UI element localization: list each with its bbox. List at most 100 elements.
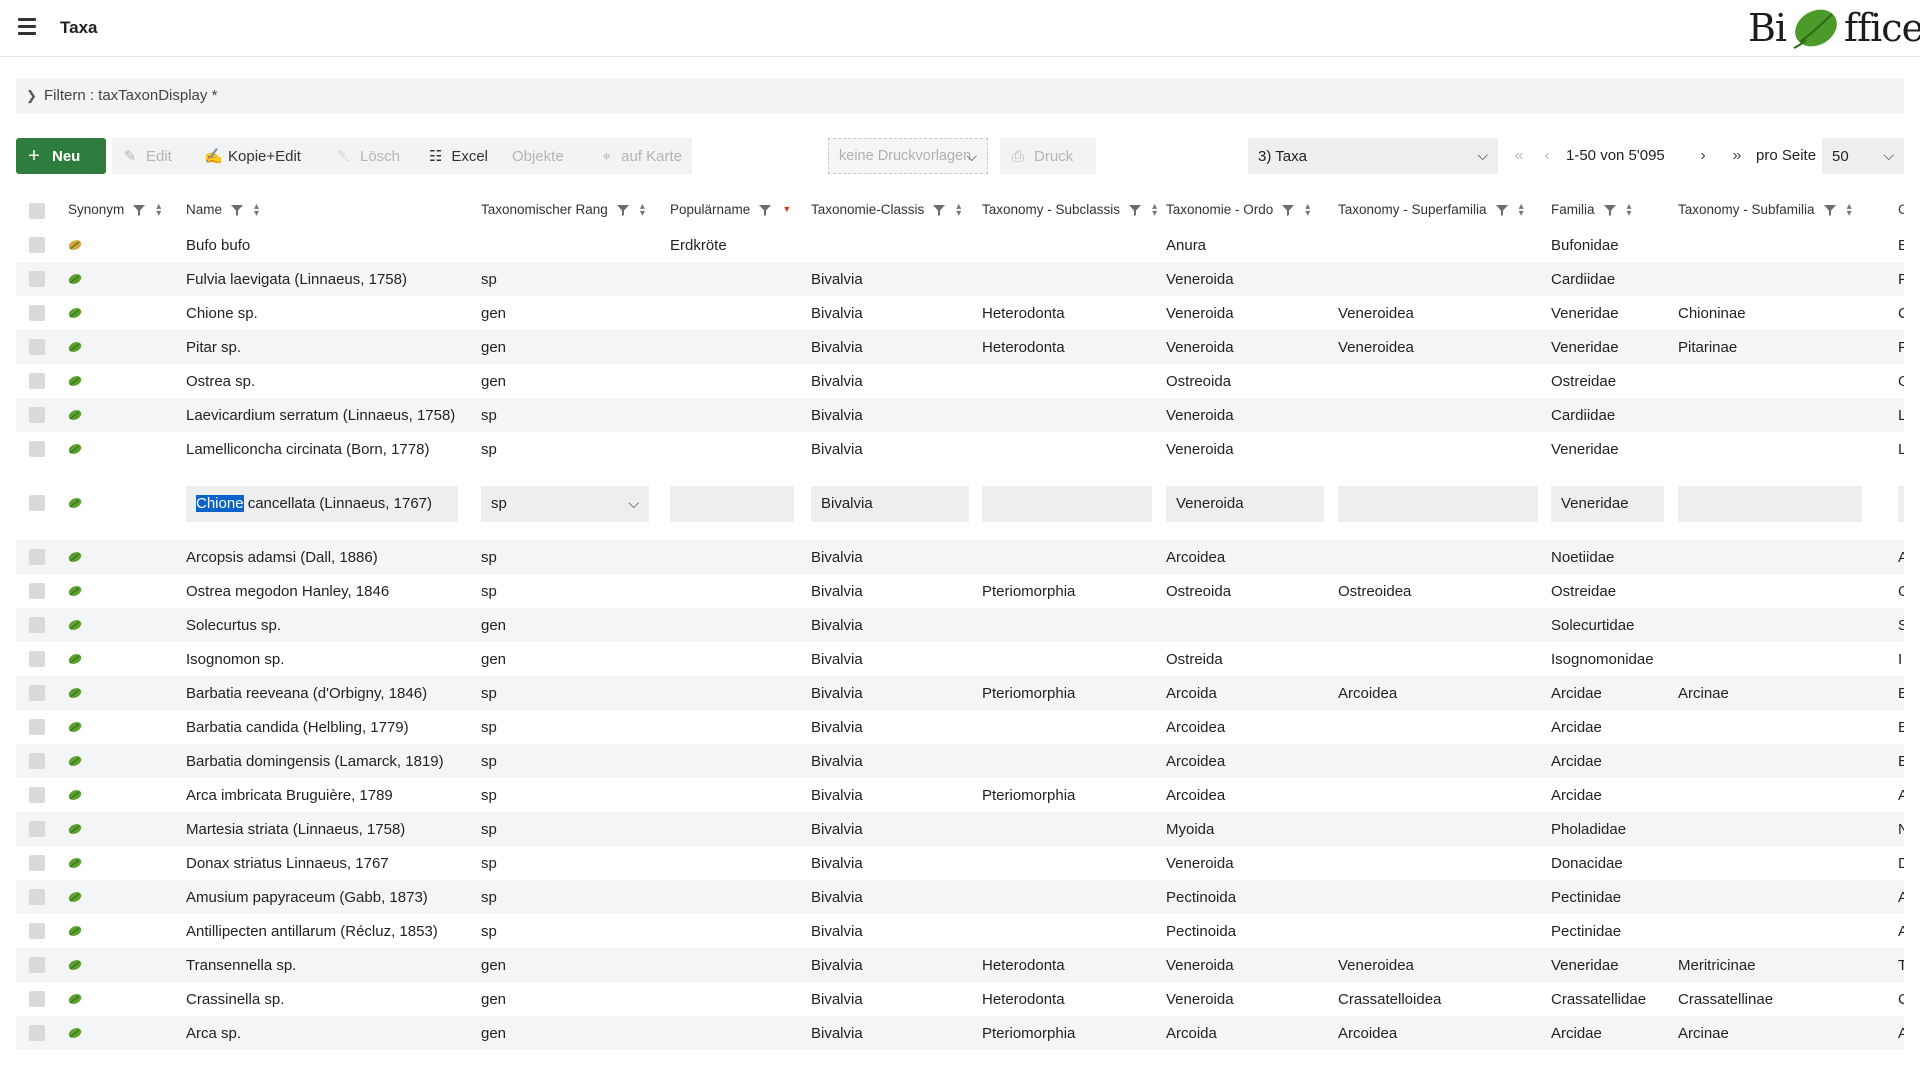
input-classis[interactable]: Bivalvia (811, 486, 969, 522)
column-header-classis[interactable]: Taxonomie-Classis ▴ ▾ (811, 201, 961, 218)
filter-icon[interactable] (616, 203, 630, 217)
row-checkbox[interactable] (29, 441, 45, 457)
copy-edit-button[interactable]: ✍ Kopie+Edit (194, 138, 322, 174)
sort-icon[interactable]: ▴ ▾ (640, 201, 645, 218)
column-header-popular[interactable]: Populärname ▼ (670, 202, 791, 217)
row-checkbox[interactable] (29, 339, 45, 355)
sort-icon[interactable]: ▴ ▾ (1519, 201, 1524, 218)
input-ordo[interactable]: Veneroida (1166, 486, 1324, 522)
table-row[interactable]: Martesia striata (Linnaeus, 1758) sp Bival… (16, 812, 1904, 846)
first-page-icon[interactable]: « (1506, 138, 1532, 174)
row-checkbox[interactable] (29, 617, 45, 633)
view-select[interactable]: 3) Taxa ⌵ (1248, 138, 1498, 174)
filter-icon[interactable] (932, 203, 946, 217)
row-checkbox[interactable] (29, 373, 45, 389)
filter-icon[interactable] (1128, 203, 1142, 217)
column-header-subfamilia[interactable]: Taxonomy - Subfamilia ▴ ▾ (1678, 201, 1852, 218)
new-button[interactable]: + Neu (16, 138, 106, 174)
row-checkbox[interactable] (29, 889, 45, 905)
table-row[interactable]: Antillipecten antillarum (Récluz, 1853) s… (16, 914, 1904, 948)
column-header-superfamilia[interactable]: Taxonomy - Superfamilia ▴ ▾ (1338, 201, 1524, 218)
input-popular[interactable] (670, 486, 794, 522)
row-checkbox[interactable] (29, 685, 45, 701)
row-checkbox[interactable] (29, 495, 45, 511)
table-row[interactable]: Bufo bufo Erdkröte Anura Bufonidae E (16, 228, 1904, 262)
sort-icon[interactable]: ▴ ▾ (1152, 201, 1157, 218)
table-row[interactable]: Donax striatus Linnaeus, 1767 sp Bivalvia V… (16, 846, 1904, 880)
table-row[interactable]: Crassinella sp. gen Bivalvia Heterodonta Ven… (16, 982, 1904, 1016)
table-row[interactable]: Barbatia reeveana (d'Orbigny, 1846) sp Biv… (16, 676, 1904, 710)
filter-icon[interactable] (758, 203, 772, 217)
row-checkbox[interactable] (29, 787, 45, 803)
table-row[interactable]: Isognomon sp. gen Bivalvia Ostreida Isognomo… (16, 642, 1904, 676)
sort-icon[interactable]: ▴ ▾ (1627, 201, 1632, 218)
table-row[interactable]: Arca sp. gen Bivalvia Pteriomorphia Arcoida A… (16, 1016, 1904, 1050)
input-rank[interactable]: sp ⌵ (481, 486, 649, 522)
filter-icon[interactable] (132, 203, 146, 217)
row-checkbox[interactable] (29, 651, 45, 667)
input-superfamilia[interactable] (1338, 486, 1538, 522)
next-page-icon[interactable]: › (1690, 138, 1716, 174)
row-checkbox[interactable] (29, 407, 45, 423)
row-checkbox[interactable] (29, 923, 45, 939)
excel-button[interactable]: ☷ Excel (418, 138, 498, 174)
table-row[interactable]: Solecurtus sp. gen Bivalvia Solecurtidae S (16, 608, 1904, 642)
row-checkbox[interactable] (29, 855, 45, 871)
map-button[interactable]: ⌖ auf Karte (590, 138, 692, 174)
table-row[interactable]: Lamelliconcha circinata (Born, 1778) sp Bi… (16, 432, 1904, 466)
table-row[interactable]: Barbatia domingensis (Lamarck, 1819) sp Bi… (16, 744, 1904, 778)
table-row[interactable]: Ostrea sp. gen Bivalvia Ostreoida Ostreidae O (16, 364, 1904, 398)
table-row[interactable]: Barbatia candida (Helbling, 1779) sp Bival… (16, 710, 1904, 744)
prev-page-icon[interactable]: ‹ (1534, 138, 1560, 174)
table-row[interactable]: Pitar sp. gen Bivalvia Heterodonta Veneroida… (16, 330, 1904, 364)
table-row[interactable]: Amusium papyraceum (Gabb, 1873) sp Bivalvi… (16, 880, 1904, 914)
sort-desc-icon[interactable]: ▼ (782, 205, 791, 214)
column-header-ordo[interactable]: Taxonomie - Ordo ▴ ▾ (1166, 201, 1310, 218)
menu-icon[interactable] (18, 18, 42, 38)
chevron-right-icon[interactable]: ❯ (26, 88, 37, 104)
sort-icon[interactable]: ▴ ▾ (254, 201, 259, 218)
input-subfamilia[interactable] (1678, 486, 1862, 522)
delete-button[interactable]: ␡ Lösch (326, 138, 414, 174)
column-header-familia[interactable]: Familia ▴ ▾ (1551, 201, 1632, 218)
filter-icon[interactable] (1823, 203, 1837, 217)
edit-button[interactable]: ✎ Edit (112, 138, 188, 174)
input-name[interactable]: Chione cancellata (Linnaeus, 1767) (186, 486, 458, 522)
row-checkbox[interactable] (29, 271, 45, 287)
column-header-rank[interactable]: Taxonomischer Rang ▴ ▾ (481, 201, 645, 218)
column-header-name[interactable]: Name ▴ ▾ (186, 201, 259, 218)
sort-icon[interactable]: ▴ ▾ (956, 201, 961, 218)
sort-icon[interactable]: ▴ ▾ (156, 201, 161, 218)
row-checkbox[interactable] (29, 549, 45, 565)
column-header-synonym[interactable]: Synonym ▴ ▾ (68, 201, 161, 218)
row-checkbox[interactable] (29, 1025, 45, 1041)
row-checkbox[interactable] (29, 957, 45, 973)
row-checkbox[interactable] (29, 753, 45, 769)
sort-icon[interactable]: ▴ ▾ (1847, 201, 1852, 218)
objects-button[interactable]: Objekte (502, 138, 586, 174)
table-row[interactable]: Transennella sp. gen Bivalvia Heterodonta Ve… (16, 948, 1904, 982)
input-familia[interactable]: Veneridae (1551, 486, 1664, 522)
edit-row[interactable]: Chione cancellata (Linnaeus, 1767) sp ⌵ Biv… (16, 466, 1904, 540)
print-button[interactable]: ⎙ Druck (1000, 138, 1096, 174)
column-header-subclassis[interactable]: Taxonomy - Subclassis ▴ ▾ (982, 201, 1157, 218)
row-checkbox[interactable] (29, 583, 45, 599)
row-checkbox[interactable] (29, 991, 45, 1007)
table-row[interactable]: Arca imbricata Bruguière, 1789 sp Bivalvia… (16, 778, 1904, 812)
table-row[interactable]: Fulvia laevigata (Linnaeus, 1758) sp Bival… (16, 262, 1904, 296)
filter-icon[interactable] (1495, 203, 1509, 217)
filter-icon[interactable] (230, 203, 244, 217)
filter-icon[interactable] (1603, 203, 1617, 217)
table-row[interactable]: Chione sp. gen Bivalvia Heterodonta Veneroid… (16, 296, 1904, 330)
row-checkbox[interactable] (29, 305, 45, 321)
table-row[interactable]: Laevicardium serratum (Linnaeus, 1758) sp… (16, 398, 1904, 432)
row-checkbox[interactable] (29, 237, 45, 253)
table-row[interactable]: Ostrea megodon Hanley, 1846 sp Bivalvia Pte… (16, 574, 1904, 608)
print-template-select[interactable]: keine Druckvorlagen ⌵ (828, 138, 988, 174)
table-row[interactable]: Arcopsis adamsi (Dall, 1886) sp Bivalvia Ar… (16, 540, 1904, 574)
input-truncated[interactable] (1898, 486, 1904, 522)
input-subclassis[interactable] (982, 486, 1152, 522)
column-header-truncated[interactable]: C (1898, 202, 1904, 217)
row-checkbox[interactable] (29, 821, 45, 837)
filter-icon[interactable] (1281, 203, 1295, 217)
